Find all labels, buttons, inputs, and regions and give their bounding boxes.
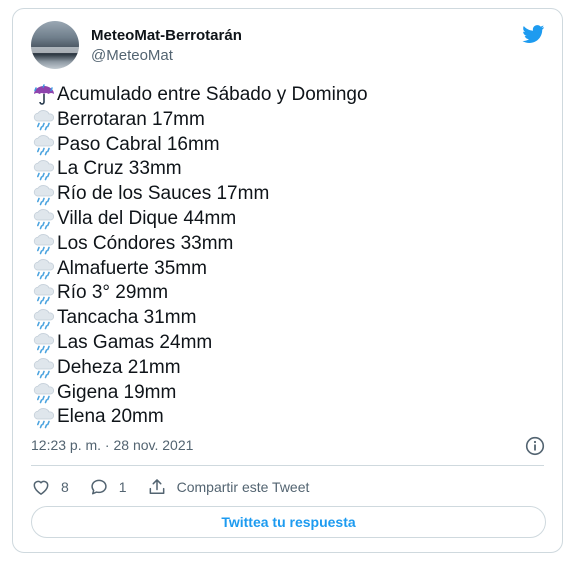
rain-cloud-icon	[33, 209, 55, 230]
tweet-line: Gigena 19mm	[31, 381, 368, 406]
rain-cloud-icon	[33, 234, 55, 255]
tweet-line: Elena 20mm	[31, 405, 368, 430]
tweet-card: MeteoMat-Berrotarán @MeteoMat Acumulado …	[12, 8, 563, 553]
rain-cloud-icon	[33, 308, 55, 329]
tweet-line-text: Berrotaran 17mm	[57, 108, 205, 130]
tweet-line: Villa del Dique 44mm	[31, 207, 368, 232]
avatar[interactable]	[31, 21, 79, 69]
comment-icon	[91, 479, 107, 495]
rain-cloud-icon	[33, 184, 55, 205]
rain-cloud-icon	[33, 110, 55, 131]
tweet-line-text: Acumulado entre Sábado y Domingo	[57, 84, 368, 105]
tweet-line: La Cruz 33mm	[31, 157, 368, 182]
tweet-line-text: Río 3° 29mm	[57, 282, 169, 304]
like-button[interactable]: 8	[31, 477, 69, 497]
rain-cloud-icon	[33, 333, 55, 354]
author-name[interactable]: MeteoMat-Berrotarán	[91, 27, 242, 44]
reply-button[interactable]: Twittea tu respuesta	[31, 506, 546, 538]
tweet-actions: 8 1 Compartir este Tweet	[31, 475, 329, 499]
rain-cloud-icon	[33, 259, 55, 280]
reply-count: 1	[118, 479, 127, 495]
share-icon	[149, 479, 165, 494]
tweet-line: Paso Cabral 16mm	[31, 133, 368, 158]
tweet-line-text: Tancacha 31mm	[57, 307, 197, 329]
rain-cloud-icon	[33, 283, 55, 305]
tweet-line-text: Río de los Sauces 17mm	[57, 183, 270, 205]
tweet-line-text: Las Gamas 24mm	[57, 331, 213, 353]
rain-cloud-icon	[33, 407, 55, 429]
tweet-line: Tancacha 31mm	[31, 306, 368, 331]
tweet-line: Almafuerte 35mm	[31, 257, 368, 282]
tweet-line-text: Villa del Dique 44mm	[57, 207, 237, 229]
tweet-line-text: Los Cóndores 33mm	[57, 232, 234, 254]
rain-cloud-icon	[33, 159, 55, 181]
tweet-line-text: Paso Cabral 16mm	[57, 133, 220, 155]
tweet-line: Río 3° 29mm	[31, 281, 368, 306]
rain-cloud-icon	[33, 358, 55, 379]
tweet-line: Los Cóndores 33mm	[31, 232, 368, 257]
tweet-line-text: Deheza 21mm	[57, 356, 181, 378]
tweet-line-text: Gigena 19mm	[57, 381, 177, 403]
heart-icon	[33, 480, 49, 495]
tweet-line: Berrotaran 17mm	[31, 108, 368, 133]
tweet-line-text: Almafuerte 35mm	[57, 257, 207, 279]
share-button[interactable]: Compartir este Tweet	[147, 477, 310, 497]
tweet-line: Río de los Sauces 17mm	[31, 182, 368, 207]
author-handle[interactable]: @MeteoMat	[91, 47, 173, 64]
like-count: 8	[61, 479, 69, 495]
share-label: Compartir este Tweet	[176, 479, 310, 495]
info-icon[interactable]	[525, 436, 545, 456]
tweet-line-text: Elena 20mm	[57, 406, 164, 428]
tweet-line: Acumulado entre Sábado y Domingo	[31, 83, 368, 108]
rain-cloud-icon	[33, 383, 55, 404]
twitter-bird-icon[interactable]	[521, 23, 546, 45]
tweet-line: Deheza 21mm	[31, 356, 368, 381]
tweet-text: Acumulado entre Sábado y Domingo Berrotar…	[31, 83, 368, 430]
tweet-line: Las Gamas 24mm	[31, 331, 368, 356]
divider	[31, 465, 544, 466]
tweet-line-text: La Cruz 33mm	[57, 158, 182, 180]
tweet-timestamp[interactable]: 12:23 p. m. · 28 nov. 2021	[31, 437, 193, 453]
umbrella-rain-icon	[34, 84, 54, 106]
rain-cloud-icon	[33, 135, 55, 156]
reply-action[interactable]: 1	[89, 477, 127, 497]
